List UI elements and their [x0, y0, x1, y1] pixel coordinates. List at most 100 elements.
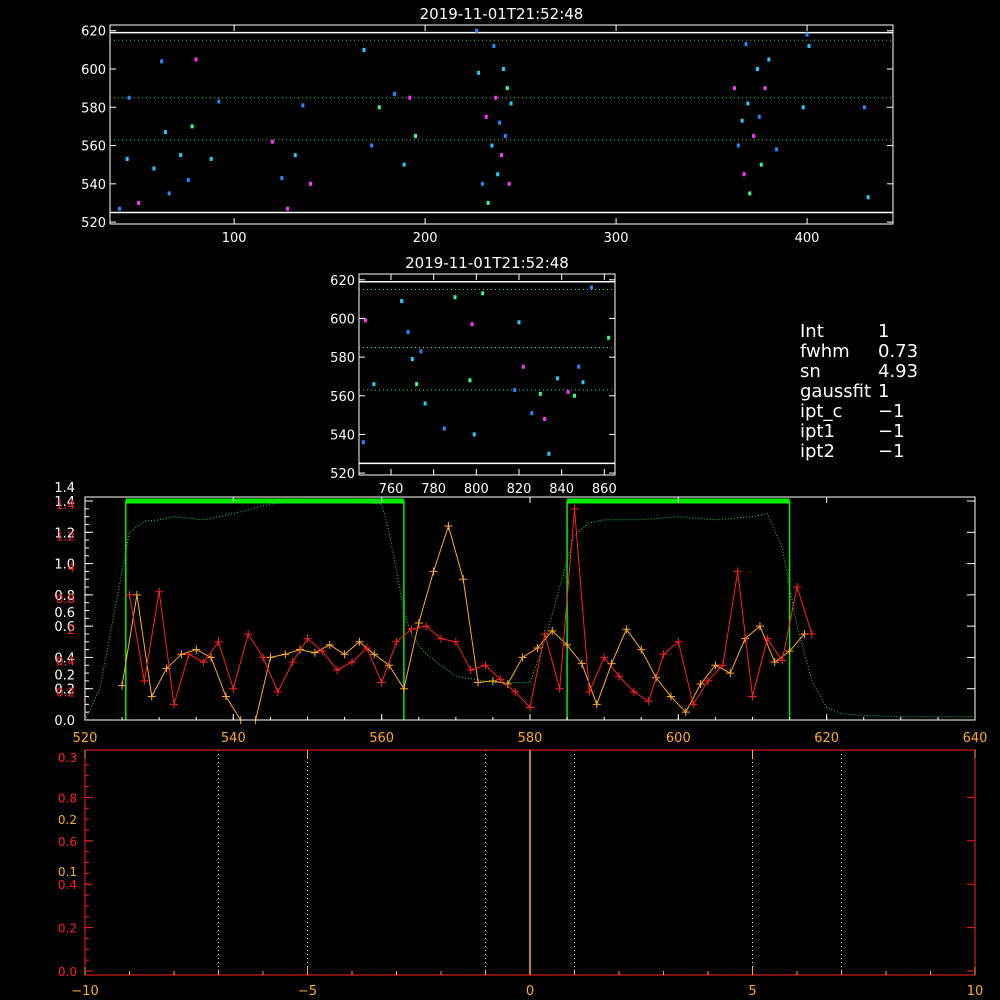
data-point [377, 105, 381, 110]
info-row-sn: sn 4.93 [800, 361, 919, 382]
data-point [477, 70, 481, 75]
orange-series-marker [726, 669, 735, 678]
data-point [740, 118, 744, 123]
red-series-marker [377, 678, 386, 687]
red-series-marker [288, 658, 297, 667]
red-series-marker [214, 637, 223, 646]
y-tick-label: 0.2 [54, 669, 75, 684]
data-point [186, 177, 190, 182]
data-point [286, 206, 290, 211]
orange-series-marker [207, 653, 216, 662]
data-point [757, 114, 761, 119]
profile-line-panel: 520 540 560 580 600 620 6400.00.20.40.60.81.01… [54, 481, 987, 746]
x-tick-label: 400 [795, 231, 820, 246]
data-point [484, 114, 488, 119]
orange-series-marker [414, 619, 423, 628]
orange-series-marker [474, 678, 483, 687]
orange-series-marker [266, 653, 275, 662]
data-point [167, 191, 171, 196]
y-tick-label-orange: 0.1 [58, 865, 77, 879]
orange-series-marker [592, 700, 601, 709]
profile-series-line [84, 500, 975, 721]
data-point [866, 195, 870, 200]
data-point [402, 162, 406, 167]
red-series-marker [555, 684, 564, 693]
x-tick-label: −10 [71, 984, 98, 999]
red-series-marker [466, 665, 475, 674]
y-tick-label: 600 [330, 312, 355, 327]
data-point [363, 318, 367, 323]
red-series-marker [689, 700, 698, 709]
data-point [127, 95, 131, 100]
red-series-marker [451, 637, 460, 646]
y-tick-label: 620 [330, 274, 355, 289]
data-point [470, 322, 474, 327]
red-series-marker [140, 676, 149, 685]
y-tick-label: 520 [330, 467, 355, 482]
y-tick-label: 0.6 [54, 606, 75, 621]
y-tick-label: 0.3 [58, 751, 77, 765]
x-tick-label: 100 [222, 231, 247, 246]
data-point [280, 176, 284, 181]
orange-series-marker [192, 645, 201, 654]
red-series-marker [585, 687, 594, 696]
orange-series-marker [325, 640, 334, 649]
data-point [372, 382, 376, 387]
data-point [801, 105, 805, 110]
info-row-gaussfit: gaussfit 1 [800, 381, 890, 402]
orange-series-marker [622, 625, 631, 634]
x-tick-label: 300 [604, 231, 629, 246]
data-point [607, 335, 611, 340]
data-point [490, 143, 494, 148]
orange-series-marker [132, 590, 141, 599]
data-point [732, 86, 736, 91]
data-point [393, 91, 397, 96]
data-point [475, 28, 479, 33]
orange-series-marker [444, 522, 453, 531]
data-point [581, 380, 585, 385]
data-point [468, 378, 472, 383]
data-point [415, 382, 419, 387]
y-tick-label: 580 [81, 101, 106, 116]
data-point [742, 172, 746, 177]
figure: 2019-11-01T21:52:48100 200 300 400520540560… [54, 5, 987, 999]
red-series-marker [244, 629, 253, 638]
data-point [752, 133, 756, 138]
orange-series-marker [637, 645, 646, 654]
data-point [748, 191, 752, 196]
orange-series-marker [147, 692, 156, 701]
chart-title: 2019-11-01T21:52:48 [420, 5, 584, 23]
fit-info-panel: Int 1 fwhm 0.73 sn 4.93 gaussfit 1 ipt_c −1 i… [800, 322, 990, 462]
red-series-marker [570, 504, 579, 513]
data-point [486, 200, 490, 205]
orange-series-marker [518, 653, 527, 662]
data-point [217, 99, 221, 104]
data-point [270, 139, 274, 144]
data-point [763, 86, 767, 91]
data-point [361, 440, 365, 445]
data-point [759, 162, 763, 167]
data-point [555, 376, 559, 381]
red-series-marker [793, 583, 801, 592]
x-tick-label: 620 [814, 731, 839, 746]
data-point [410, 357, 414, 362]
y-tick-label-red: 4 [67, 561, 75, 575]
y-tick-label: 520 [81, 216, 106, 231]
x-tick-label: 200 [413, 231, 438, 246]
data-point [521, 364, 525, 369]
x-tick-label: 600 [666, 731, 691, 746]
data-point [507, 181, 511, 186]
red-series-marker [259, 653, 267, 662]
x-tick-label: 560 [369, 731, 394, 746]
data-point [453, 295, 457, 300]
red-series-marker [125, 590, 134, 599]
y-tick-label-red: 1.2 [56, 529, 75, 543]
y-tick-label: 560 [330, 390, 355, 405]
data-point [118, 206, 122, 211]
red-series-marker [170, 700, 178, 709]
x-tick-label: 860 [592, 482, 617, 497]
data-point [807, 44, 811, 49]
y-tick-label-red: 0.4 [56, 654, 75, 668]
data-point [423, 401, 427, 406]
middle-scatter-panel: 2019-11-01T21:52:48 760 780 800 820 840 860 520… [330, 254, 617, 497]
